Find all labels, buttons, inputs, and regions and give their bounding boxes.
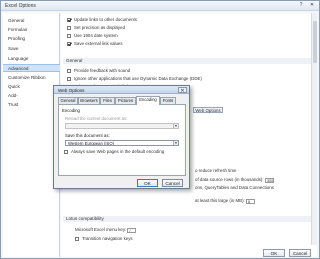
reload-label: Reload the current document as: [65, 116, 128, 121]
undo-size-label: at least this large (in MB): 8 [195, 198, 256, 204]
tab-encoding[interactable]: Encoding [136, 96, 160, 105]
tab-general[interactable]: General [58, 97, 78, 104]
web-options-dialog: Web Options ✕ General Browsers Files Pic… [53, 85, 190, 189]
sidebar-item-general[interactable]: General [3, 17, 60, 25]
undo-size-input[interactable]: 8 [246, 199, 256, 204]
web-options-button[interactable]: Web Options [193, 107, 223, 113]
section-header-general: General [63, 58, 311, 64]
encoding-panel: Encoding Reload the current document as:… [58, 104, 186, 176]
tab-fonts[interactable]: Fonts [160, 97, 176, 104]
always-save-default-option[interactable]: Always save Web pages in the default enc… [64, 149, 164, 155]
window-title: Excel Options [5, 3, 36, 9]
checkbox[interactable] [75, 236, 79, 241]
option-ignore-dde[interactable]: Ignore other applications that use Dynam… [67, 76, 202, 82]
save-encoding-select[interactable]: Western European (ISO) ▼ [65, 140, 179, 146]
tab-pictures[interactable]: Pictures [115, 97, 136, 104]
checkbox[interactable] [67, 33, 71, 38]
sidebar-item-proofing[interactable]: Proofing [3, 35, 60, 43]
data-connections-text: ons, QueryTables and Data Connections [195, 185, 274, 190]
ok-button[interactable]: OK [263, 249, 285, 257]
option-set-precision[interactable]: Set precision as displayed [67, 25, 125, 31]
dialog-ok-button[interactable]: OK [137, 179, 158, 187]
tab-files[interactable]: Files [100, 97, 115, 104]
checkbox[interactable] [67, 76, 71, 81]
dialog-close-icon[interactable]: ✕ [178, 86, 187, 93]
checkbox[interactable] [67, 41, 71, 46]
checkbox[interactable] [64, 149, 68, 154]
data-source-rows-input[interactable]: 300 [264, 178, 274, 183]
sidebar-item-save[interactable]: Save [3, 45, 60, 53]
refresh-time-text: o reduce refresh time [195, 168, 237, 173]
options-scrollbar[interactable] [311, 13, 317, 245]
data-source-rows-label: of data source rows (in thousands): 300 [195, 177, 274, 183]
checkbox[interactable] [67, 25, 71, 30]
section-header-lotus: Lotus compatibility [63, 216, 311, 222]
sidebar-item-formulas[interactable]: Formulas [3, 26, 60, 34]
option-update-links[interactable]: Update links to other documents [67, 17, 137, 23]
reload-encoding-select[interactable]: ▼ [65, 123, 179, 129]
menu-key-label: Microsoft Excel menu key: / [75, 227, 137, 233]
menu-key-input[interactable]: / [127, 228, 137, 233]
sidebar-item-add-ins[interactable]: Add- [3, 92, 60, 100]
sidebar-item-advanced[interactable]: Advanced [3, 64, 60, 72]
option-save-external-links[interactable]: Save external link values [67, 41, 123, 47]
web-options-titlebar: Web Options ✕ [54, 86, 189, 94]
scrollbar-thumb[interactable] [313, 21, 317, 63]
sidebar-item-trust-center[interactable]: Trust [3, 101, 60, 109]
excel-options-titlebar: Excel Options ? ✕ [1, 1, 319, 11]
encoding-heading: Encoding [62, 108, 80, 113]
checkbox[interactable] [67, 17, 71, 22]
dropdown-arrow-icon[interactable]: ▼ [173, 124, 178, 128]
help-icon[interactable]: ? [297, 2, 305, 9]
option-feedback-sound[interactable]: Provide feedback with sound [67, 68, 130, 74]
dialog-cancel-button[interactable]: Cancel [162, 179, 183, 187]
save-as-label: Save this document as: [65, 133, 110, 138]
option-1904-date[interactable]: Use 1904 date system [67, 33, 118, 39]
sidebar-item-customize-ribbon[interactable]: Customize Ribbon [3, 74, 60, 82]
sidebar-item-language[interactable]: Language [3, 55, 60, 63]
tab-browsers[interactable]: Browsers [78, 97, 100, 104]
checkbox[interactable] [67, 68, 71, 73]
dialog-title: Web Options [58, 87, 85, 93]
dropdown-arrow-icon[interactable]: ▼ [173, 141, 178, 145]
cancel-button[interactable]: Cancel [289, 249, 311, 257]
close-icon[interactable]: ✕ [307, 2, 317, 9]
option-transition-keys[interactable]: Transition navigation keys [75, 236, 133, 242]
options-sidebar: General Formulas Proofing Save Language … [3, 13, 60, 257]
sidebar-item-quick-access[interactable]: Quick [3, 83, 60, 91]
